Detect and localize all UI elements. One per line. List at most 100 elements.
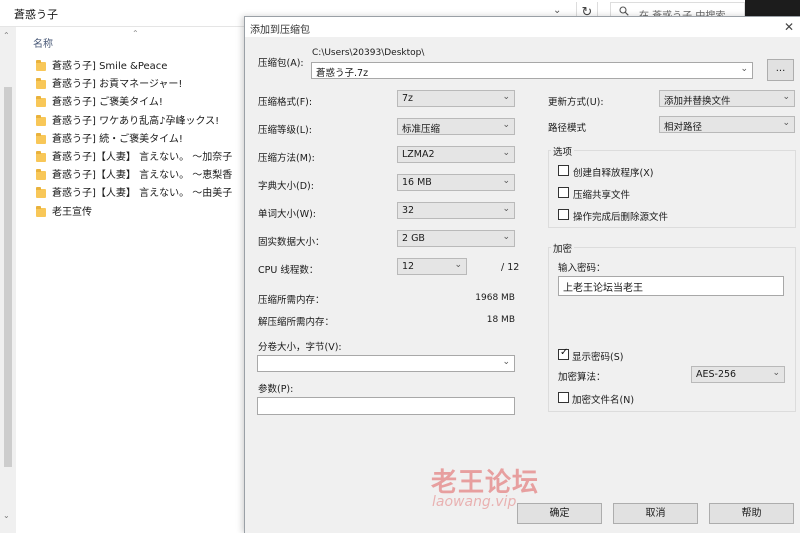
chevron-down-icon: ⌄ <box>502 148 510 158</box>
file-name: 老王宣传 <box>52 206 92 218</box>
cpu-threads-select[interactable]: 12 ⌄ <box>397 258 467 275</box>
update-mode-label: 更新方式(U): <box>548 97 604 108</box>
format-label: 压缩格式(F): <box>258 97 313 108</box>
shared-files-checkbox[interactable] <box>558 187 569 198</box>
explorer-scrollbar[interactable]: ⌃ ⌄ <box>0 27 16 533</box>
cpu-threads-total: / 12 <box>501 262 520 273</box>
list-item[interactable]: 蒼惑う子]【人妻】 言えない。 ～加奈子 <box>36 149 246 167</box>
sfx-label[interactable]: 创建自释放程序(X) <box>573 165 653 179</box>
file-name: 蒼惑う子] お貢マネージャー! <box>52 79 183 91</box>
scroll-down-icon[interactable]: ⌄ <box>3 511 10 520</box>
chevron-down-icon: ⌄ <box>454 260 462 270</box>
method-value: LZMA2 <box>402 149 435 160</box>
split-size-combo[interactable]: ⌄ <box>257 355 515 372</box>
encryption-method-select[interactable]: AES-256 ⌄ <box>691 366 785 383</box>
encryption-method-value: AES-256 <box>696 369 737 380</box>
list-item[interactable]: 蒼惑う子] 続・ご褒美タイム! <box>36 131 246 149</box>
encrypt-names-checkbox[interactable] <box>558 392 569 403</box>
search-icon <box>619 6 629 16</box>
address-path[interactable]: 蒼惑う子 <box>14 6 58 22</box>
word-size-select[interactable]: 32 ⌄ <box>397 202 515 219</box>
archive-name-combo[interactable]: 蒼惑う子.7z ⌄ <box>311 62 753 79</box>
update-mode-value: 添加并替换文件 <box>664 96 731 107</box>
delete-after-label[interactable]: 操作完成后删除源文件 <box>573 209 668 223</box>
cpu-threads-label: CPU 线程数： <box>258 265 319 276</box>
folder-icon <box>36 78 46 90</box>
file-name: 蒼惑う子] Smile &Peace <box>52 61 168 72</box>
solid-size-select[interactable]: 2 GB ⌄ <box>397 230 515 247</box>
file-name: 蒼惑う子]【人妻】 言えない。 ～恵梨香 <box>52 170 233 182</box>
archive-name-value: 蒼惑う子.7z <box>316 68 369 79</box>
format-value: 7z <box>402 93 414 104</box>
ok-button[interactable]: 确定 <box>517 503 602 524</box>
word-size-value: 32 <box>402 205 415 216</box>
path-mode-value: 相对路径 <box>664 122 703 133</box>
decompress-memory-label: 解压缩所需内存： <box>258 317 335 328</box>
close-icon[interactable]: ✕ <box>779 18 799 36</box>
folder-icon <box>36 96 46 108</box>
list-item[interactable]: 蒼惑う子]【人妻】 言えない。 ～由美子 <box>36 185 246 203</box>
chevron-down-icon: ⌄ <box>782 118 790 128</box>
list-item[interactable]: 蒼惑う子] ご褒美タイム! <box>36 94 246 112</box>
sfx-checkbox[interactable] <box>558 165 569 176</box>
password-input[interactable]: 上老王论坛当老王 <box>558 276 784 296</box>
folder-icon <box>36 187 46 199</box>
chevron-down-icon: ⌄ <box>502 176 510 186</box>
encrypt-names-label[interactable]: 加密文件名(N) <box>572 392 634 406</box>
list-item[interactable]: 蒼惑う子] ワケあり乱高♪孕峰ックス! <box>36 113 246 131</box>
file-name: 蒼惑う子] ワケあり乱高♪孕峰ックス! <box>52 115 220 127</box>
list-item[interactable]: 蒼惑う子] Smile &Peace <box>36 58 246 76</box>
update-mode-select[interactable]: 添加并替换文件 ⌄ <box>659 90 795 107</box>
encryption-group-title: 加密 <box>551 241 575 255</box>
dictionary-select[interactable]: 16 MB ⌄ <box>397 174 515 191</box>
file-list: 蒼惑う子] Smile &Peace 蒼惑う子] お貢マネージャー! 蒼惑う子] ご… <box>36 58 246 222</box>
dialog-titlebar[interactable]: 添加到压缩包 ✕ <box>245 17 800 37</box>
dictionary-value: 16 MB <box>402 177 432 188</box>
options-group-title: 选项 <box>551 144 575 158</box>
dictionary-label: 字典大小(D): <box>258 181 314 192</box>
delete-after-checkbox[interactable] <box>558 209 569 220</box>
method-label: 压缩方法(M): <box>258 153 315 164</box>
solid-size-value: 2 GB <box>402 233 425 244</box>
level-label: 压缩等级(L): <box>258 125 312 136</box>
compress-memory-value: 1968 MB <box>475 293 515 303</box>
show-password-label[interactable]: 显示密码(S) <box>572 349 623 363</box>
browse-button[interactable]: ... <box>767 59 794 81</box>
file-name: 蒼惑う子] 続・ご褒美タイム! <box>52 133 183 145</box>
list-item[interactable]: 蒼惑う子]【人妻】 言えない。 ～恵梨香 <box>36 167 246 185</box>
password-label: 输入密码： <box>558 263 606 274</box>
help-button[interactable]: 帮助 <box>709 503 794 524</box>
scroll-up-icon[interactable]: ⌃ <box>3 31 10 40</box>
chevron-down-icon: ⌄ <box>502 120 510 130</box>
folder-icon <box>36 169 46 181</box>
folder-icon <box>36 114 46 126</box>
parameters-input[interactable] <box>257 397 515 415</box>
column-header-name[interactable]: 名称 <box>33 35 53 50</box>
solid-size-label: 固实数据大小： <box>258 237 325 248</box>
split-size-label: 分卷大小，字节(V): <box>258 342 342 353</box>
shared-files-label[interactable]: 压缩共享文件 <box>573 187 630 201</box>
level-value: 标准压缩 <box>402 124 441 135</box>
file-name: 蒼惑う子]【人妻】 言えない。 ～加奈子 <box>52 151 233 163</box>
chevron-down-icon: ⌄ <box>782 92 790 102</box>
scrollbar-thumb[interactable] <box>4 87 12 467</box>
level-select[interactable]: 标准压缩 ⌄ <box>397 118 515 135</box>
chevron-down-icon[interactable]: ⌄ <box>740 64 748 74</box>
path-mode-label: 路径模式 <box>548 123 587 134</box>
cancel-button[interactable]: 取消 <box>613 503 698 524</box>
sort-arrow-icon: ⌃ <box>132 29 139 38</box>
word-size-label: 单词大小(W): <box>258 209 317 220</box>
cpu-threads-value: 12 <box>402 261 415 272</box>
path-mode-select[interactable]: 相对路径 ⌄ <box>659 116 795 133</box>
add-to-archive-dialog: 添加到压缩包 ✕ 压缩包(A): C:\Users\20393\Desktop\… <box>244 16 800 533</box>
method-select[interactable]: LZMA2 ⌄ <box>397 146 515 163</box>
show-password-checkbox[interactable] <box>558 347 569 360</box>
chevron-down-icon: ⌄ <box>502 204 510 214</box>
list-item[interactable]: 蒼惑う子] お貢マネージャー! <box>36 76 246 94</box>
archive-label: 压缩包(A): <box>258 58 304 69</box>
format-select[interactable]: 7z ⌄ <box>397 90 515 107</box>
chevron-down-icon[interactable]: ⌄ <box>553 5 561 16</box>
password-value: 上老王论坛当老王 <box>563 283 643 294</box>
chevron-down-icon[interactable]: ⌄ <box>502 357 510 367</box>
list-item[interactable]: 老王宣传 <box>36 204 246 222</box>
